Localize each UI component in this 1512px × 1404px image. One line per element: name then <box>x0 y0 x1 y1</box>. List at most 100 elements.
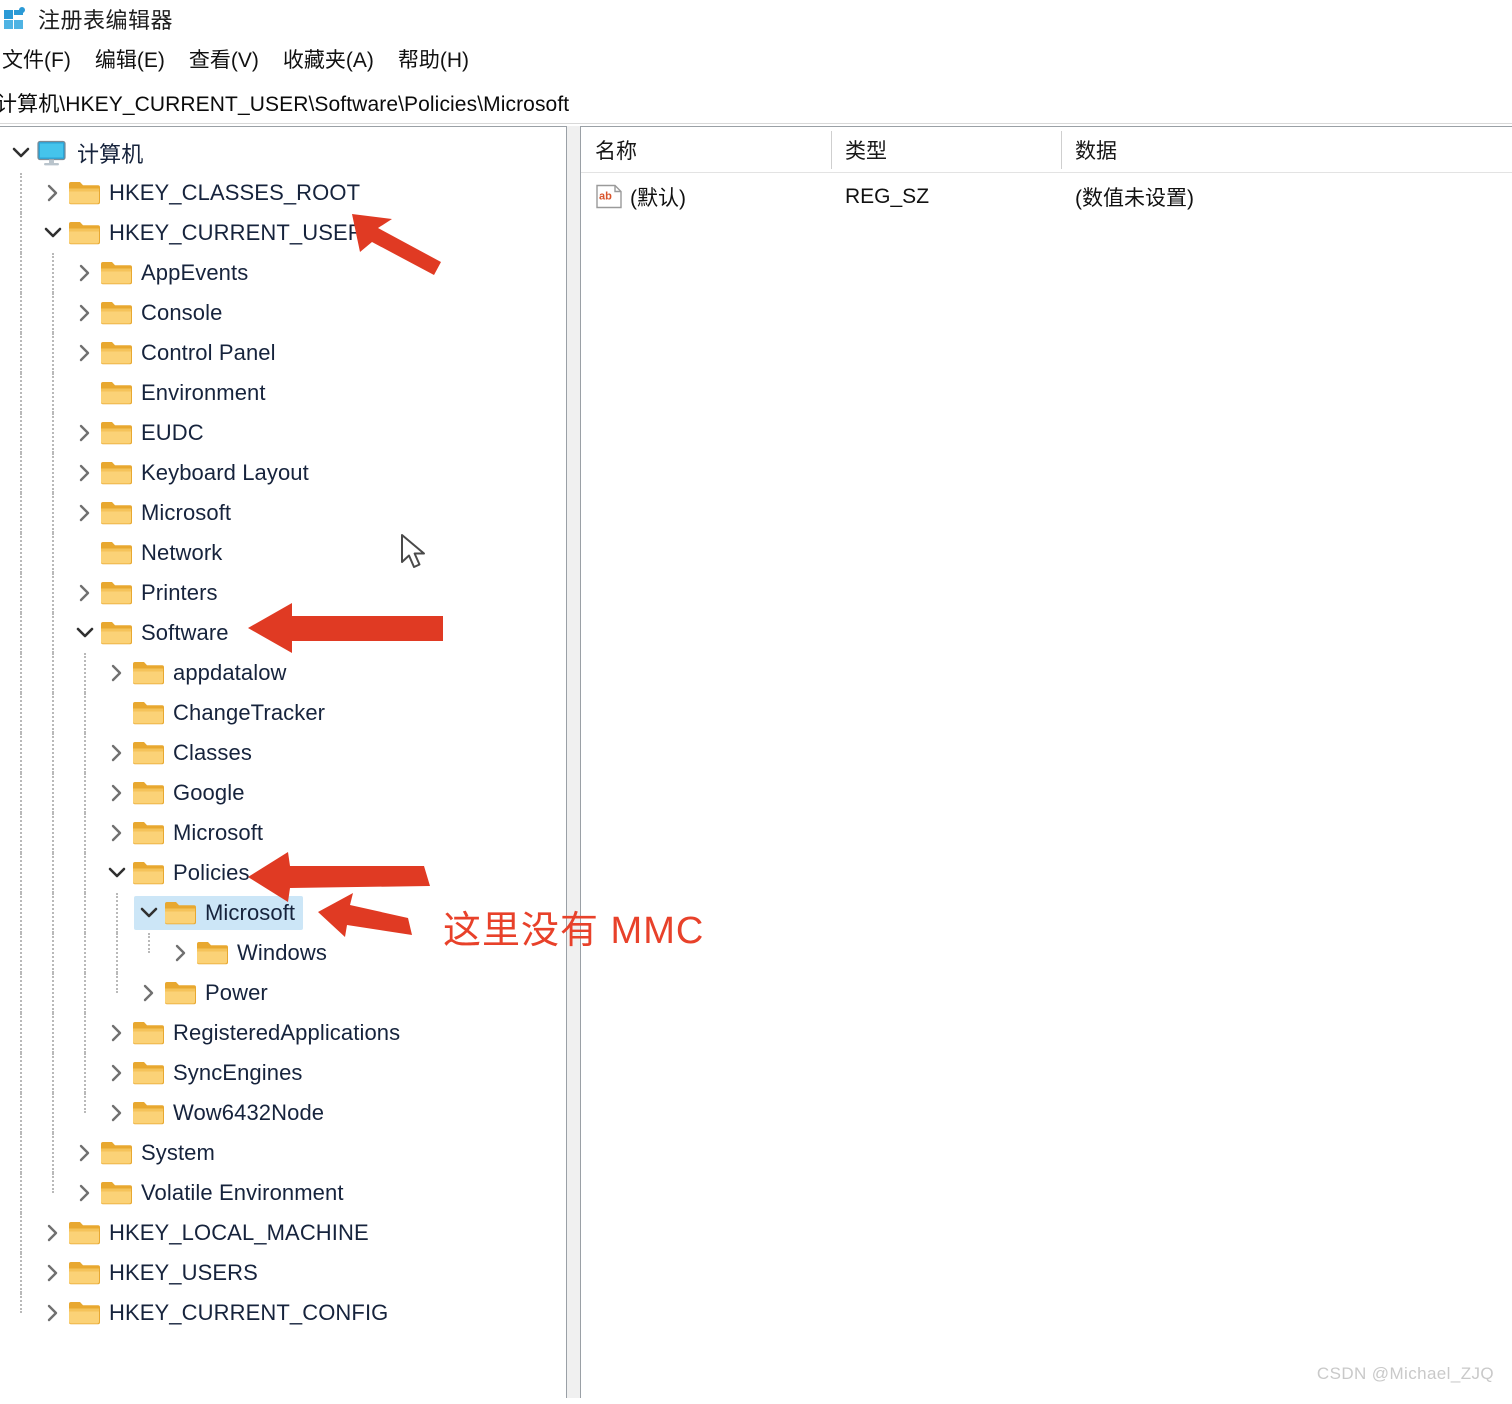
chevron-right-icon[interactable] <box>102 736 132 770</box>
tree-item-hkey-current-config[interactable]: HKEY_CURRENT_CONFIG <box>0 1293 566 1333</box>
chevron-right-icon[interactable] <box>70 296 100 330</box>
value-row[interactable]: ab (默认) REG_SZ (数值未设置) <box>581 173 1512 221</box>
tree-item-hit-area[interactable]: Console <box>70 296 230 330</box>
chevron-right-icon[interactable] <box>70 256 100 290</box>
chevron-right-icon[interactable] <box>102 816 132 850</box>
tree-item-system[interactable]: System <box>0 1133 566 1173</box>
chevron-right-icon[interactable] <box>102 656 132 690</box>
tree-item-keyboard-layout[interactable]: Keyboard Layout <box>0 453 566 493</box>
tree-item-printers[interactable]: Printers <box>0 573 566 613</box>
tree-item--[interactable]: 计算机 <box>0 133 566 173</box>
tree-item-software[interactable]: Software <box>0 613 566 653</box>
tree-item-control-panel[interactable]: Control Panel <box>0 333 566 373</box>
column-name[interactable]: 名称 <box>581 127 831 173</box>
tree-item-volatile-environment[interactable]: Volatile Environment <box>0 1173 566 1213</box>
tree-item-network[interactable]: Network <box>0 533 566 573</box>
tree-item-hit-area[interactable]: Microsoft <box>134 896 304 930</box>
chevron-right-icon[interactable] <box>70 1136 100 1170</box>
tree-item-label: Wow6432Node <box>173 1100 325 1125</box>
registry-tree-pane[interactable]: 计算机 HKEY_CLASSES_ROOT HKEY_CURRENT_USER App… <box>0 126 567 1398</box>
chevron-right-icon[interactable] <box>70 576 100 610</box>
tree-item-hit-area[interactable]: HKEY_LOCAL_MACHINE <box>38 1216 377 1250</box>
tree-item-hit-area[interactable]: appdatalow <box>102 656 295 690</box>
tree-item-hit-area[interactable]: SyncEngines <box>102 1056 311 1090</box>
registry-tree[interactable]: 计算机 HKEY_CLASSES_ROOT HKEY_CURRENT_USER App… <box>0 127 566 1333</box>
chevron-right-icon[interactable] <box>166 936 196 970</box>
tree-item-hit-area[interactable]: Environment <box>70 376 274 410</box>
tree-item-hkey-users[interactable]: HKEY_USERS <box>0 1253 566 1293</box>
chevron-right-icon[interactable] <box>38 1216 68 1250</box>
registry-values-pane[interactable]: 名称 类型 数据 ab (默认) REG_SZ (数值未设置) <box>580 126 1512 1398</box>
tree-item-hit-area[interactable]: Power <box>134 976 276 1010</box>
chevron-right-icon[interactable] <box>38 176 68 210</box>
chevron-right-icon[interactable] <box>70 1176 100 1210</box>
chevron-right-icon[interactable] <box>70 496 100 530</box>
chevron-right-icon[interactable] <box>102 1016 132 1050</box>
tree-item-hit-area[interactable]: Google <box>102 776 253 810</box>
chevron-right-icon[interactable] <box>102 1096 132 1130</box>
title-bar: 注册表编辑器 <box>0 0 1512 38</box>
chevron-right-icon[interactable] <box>38 1296 68 1330</box>
chevron-right-icon[interactable] <box>102 1056 132 1090</box>
values-list[interactable]: ab (默认) REG_SZ (数值未设置) <box>581 173 1512 221</box>
tree-item-hit-area[interactable]: Windows <box>166 936 335 970</box>
chevron-down-icon[interactable] <box>102 856 132 890</box>
tree-item-console[interactable]: Console <box>0 293 566 333</box>
tree-item-appevents[interactable]: AppEvents <box>0 253 566 293</box>
tree-guide-line <box>52 653 54 693</box>
tree-item-hit-area[interactable]: HKEY_USERS <box>38 1256 266 1290</box>
tree-guide-line <box>52 933 54 973</box>
tree-item-hit-area[interactable]: 计算机 <box>6 136 151 170</box>
menu-file[interactable]: 文件(F) <box>0 42 83 76</box>
tree-item-hit-area[interactable]: Classes <box>102 736 260 770</box>
tree-item-hit-area[interactable]: AppEvents <box>70 256 256 290</box>
chevron-right-icon[interactable] <box>38 1256 68 1290</box>
tree-item-label: Control Panel <box>141 340 276 365</box>
tree-item-hit-area[interactable]: Control Panel <box>70 336 284 370</box>
tree-item-hit-area[interactable]: Keyboard Layout <box>70 456 317 490</box>
column-data[interactable]: 数据 <box>1061 127 1511 173</box>
tree-item-hit-area[interactable]: ChangeTracker <box>102 696 333 730</box>
tree-item-hit-area[interactable]: Volatile Environment <box>70 1176 352 1210</box>
tree-item-hit-area[interactable]: Wow6432Node <box>102 1096 332 1130</box>
chevron-down-icon[interactable] <box>70 616 100 650</box>
address-path[interactable]: 计算机\HKEY_CURRENT_USER\Software\Policies\… <box>0 88 569 118</box>
chevron-right-icon[interactable] <box>70 416 100 450</box>
chevron-down-icon[interactable] <box>38 216 68 250</box>
tree-item-hkey-classes-root[interactable]: HKEY_CLASSES_ROOT <box>0 173 566 213</box>
tree-item-hit-area[interactable]: Microsoft <box>102 816 271 850</box>
chevron-right-icon[interactable] <box>70 336 100 370</box>
menu-help[interactable]: 帮助(H) <box>386 42 481 76</box>
tree-item-hit-area[interactable]: HKEY_CURRENT_USER <box>38 216 372 250</box>
tree-item-hit-area[interactable]: Microsoft <box>70 496 239 530</box>
tree-item-microsoft[interactable]: Microsoft <box>0 493 566 533</box>
chevron-right-icon[interactable] <box>134 976 164 1010</box>
tree-guide-line <box>116 933 118 973</box>
tree-item-hit-area[interactable]: RegisteredApplications <box>102 1016 408 1050</box>
tree-item-hit-area[interactable]: EUDC <box>70 416 212 450</box>
address-bar[interactable]: 计算机\HKEY_CURRENT_USER\Software\Policies\… <box>0 82 1512 124</box>
tree-item-hit-area[interactable]: Policies <box>102 856 258 890</box>
chevron-right-icon[interactable] <box>102 776 132 810</box>
pane-splitter[interactable] <box>567 126 580 1398</box>
tree-item-hit-area[interactable]: Printers <box>70 576 226 610</box>
tree-item-eudc[interactable]: EUDC <box>0 413 566 453</box>
tree-item-hkey-local-machine[interactable]: HKEY_LOCAL_MACHINE <box>0 1213 566 1253</box>
chevron-down-icon[interactable] <box>134 896 164 930</box>
tree-item-hit-area[interactable]: HKEY_CLASSES_ROOT <box>38 176 368 210</box>
menu-edit[interactable]: 编辑(E) <box>83 42 177 76</box>
tree-guide-line <box>84 773 86 813</box>
tree-guide-line <box>20 1173 22 1213</box>
menu-favorites[interactable]: 收藏夹(A) <box>271 42 386 76</box>
menu-view[interactable]: 查看(V) <box>177 42 271 76</box>
chevron-right-icon[interactable] <box>70 456 100 490</box>
values-column-header[interactable]: 名称 类型 数据 <box>581 127 1512 173</box>
tree-item-hit-area[interactable]: Network <box>70 536 230 570</box>
tree-item-hkey-current-user[interactable]: HKEY_CURRENT_USER <box>0 213 566 253</box>
chevron-down-icon[interactable] <box>6 136 36 170</box>
tree-item-environment[interactable]: Environment <box>0 373 566 413</box>
tree-item-hit-area[interactable]: Software <box>70 616 237 650</box>
column-type[interactable]: 类型 <box>831 127 1061 173</box>
tree-item-hit-area[interactable]: System <box>70 1136 223 1170</box>
tree-item-hit-area[interactable]: HKEY_CURRENT_CONFIG <box>38 1296 396 1330</box>
